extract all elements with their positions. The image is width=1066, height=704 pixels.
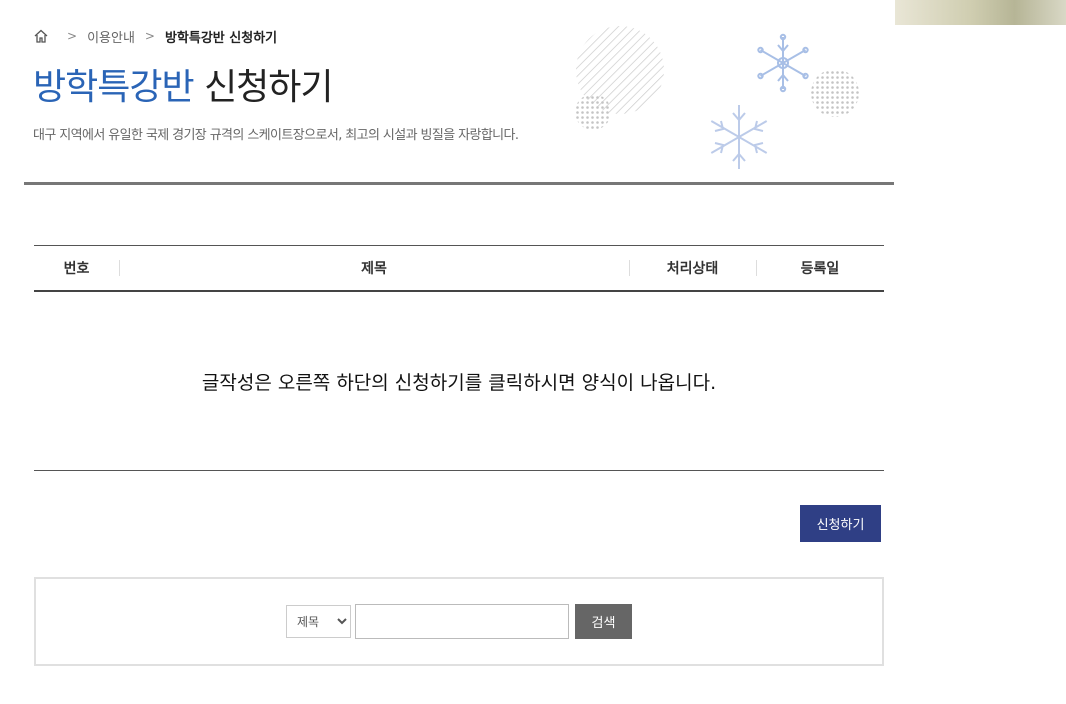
header-divider bbox=[24, 182, 894, 185]
search-button[interactable]: 검색 bbox=[575, 604, 632, 639]
breadcrumb-current: 방학특강반 신청하기 bbox=[164, 30, 278, 46]
search-input[interactable] bbox=[355, 604, 569, 639]
snowflake-icon bbox=[757, 33, 809, 93]
column-header-date: 등록일 bbox=[756, 258, 884, 278]
header-decoration bbox=[575, 26, 859, 169]
top-right-image-strip bbox=[895, 0, 1066, 25]
breadcrumb: > 이용안내 > 방학특강반 신청하기 bbox=[33, 26, 277, 46]
search-field-select[interactable]: 제목 bbox=[286, 605, 351, 638]
page-title: 방학특강반 신청하기 bbox=[33, 64, 334, 112]
empty-message: 글작성은 오른쪽 하단의 신청하기를 클릭하시면 양식이 나옵니다. bbox=[34, 292, 884, 471]
page-title-accent: 방학특강반 bbox=[33, 67, 195, 108]
board-table: 번호 제목 처리상태 등록일 글작성은 오른쪽 하단의 신청하기를 클릭하시면 … bbox=[34, 245, 884, 471]
page-subtitle: 대구 지역에서 유일한 국제 경기장 규격의 스케이트장으로서, 최고의 시설과… bbox=[33, 128, 519, 143]
apply-button[interactable]: 신청하기 bbox=[800, 505, 881, 542]
snowflake-icon bbox=[710, 105, 768, 169]
table-header-row: 번호 제목 처리상태 등록일 bbox=[34, 245, 884, 292]
breadcrumb-separator: > bbox=[67, 29, 78, 43]
column-header-title: 제목 bbox=[119, 258, 629, 278]
dotted-circle-icon bbox=[575, 94, 611, 130]
breadcrumb-separator: > bbox=[144, 29, 155, 43]
column-header-status: 처리상태 bbox=[629, 258, 756, 278]
page-title-rest: 신청하기 bbox=[204, 67, 333, 108]
search-panel: 제목 검색 bbox=[34, 577, 884, 666]
column-header-number: 번호 bbox=[63, 261, 90, 277]
home-icon[interactable] bbox=[33, 28, 49, 44]
dotted-circle-icon bbox=[811, 69, 859, 117]
breadcrumb-parent[interactable]: 이용안내 bbox=[87, 27, 135, 46]
